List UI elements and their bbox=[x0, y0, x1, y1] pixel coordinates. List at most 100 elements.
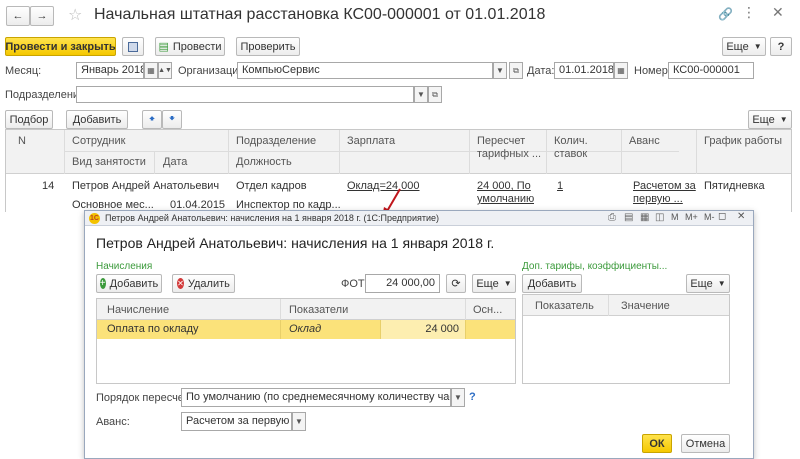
move-up-button[interactable]: 🠹 bbox=[142, 110, 162, 129]
tariffs-section-title: Доп. тарифы, коэффициенты... bbox=[522, 261, 668, 272]
accrual-name: Оплата по окладу bbox=[107, 323, 199, 335]
col-basis[interactable]: Осн... bbox=[473, 304, 502, 316]
arrow-down-icon: 🠻 bbox=[168, 113, 176, 125]
close-icon[interactable]: ✕ bbox=[737, 211, 745, 222]
month-label: Месяц: bbox=[5, 65, 42, 77]
print-icon[interactable]: ⎙ bbox=[608, 212, 616, 223]
more-button[interactable]: Еще ▼ bbox=[722, 37, 766, 56]
move-down-button[interactable]: 🠻 bbox=[162, 110, 182, 129]
row-rates-link[interactable]: 1 bbox=[557, 180, 563, 192]
date-field[interactable]: 01.01.2018 bbox=[554, 62, 614, 79]
number-field[interactable]: КС00-000001 bbox=[668, 62, 754, 79]
month-picker-button[interactable]: ▦ bbox=[144, 62, 158, 79]
calculator-icon[interactable]: ◫ bbox=[655, 212, 664, 223]
more-dots-icon[interactable]: ⋮ bbox=[742, 4, 756, 21]
calendar-button[interactable]: ▦ bbox=[614, 62, 628, 79]
post-and-close-button[interactable]: Провести и закрыть bbox=[5, 37, 116, 56]
ok-button[interactable]: ОК bbox=[642, 434, 672, 453]
refresh-fot-button[interactable]: ⟳ bbox=[446, 274, 466, 293]
department-field[interactable] bbox=[76, 86, 414, 103]
fot-field[interactable]: 24 000,00 bbox=[365, 274, 440, 293]
row-recalc-link-1[interactable]: 24 000, По bbox=[477, 180, 531, 192]
window-title: Начальная штатная расстановка КС00-00000… bbox=[94, 6, 546, 23]
close-icon[interactable]: ✕ bbox=[772, 4, 784, 21]
back-button[interactable]: ← bbox=[6, 6, 30, 26]
col-accrual[interactable]: Начисление bbox=[107, 304, 169, 316]
month-stepper-button[interactable]: ▲▼ bbox=[158, 62, 172, 79]
col-recalc[interactable]: Пересчет тарифных ... bbox=[477, 135, 543, 161]
add-row-button[interactable]: Добавить bbox=[66, 110, 128, 129]
post-button[interactable]: ▤ Провести bbox=[155, 37, 225, 56]
arrow-left-icon: ← bbox=[12, 10, 24, 22]
plus-circle-icon: + bbox=[99, 278, 106, 289]
table-row[interactable]: Оплата по окладу Оклад 24 000 bbox=[97, 320, 515, 339]
recalc-order-field[interactable]: По умолчанию (по среднемесячному количес… bbox=[181, 388, 451, 407]
col-salary[interactable]: Зарплата bbox=[347, 135, 395, 147]
floppy-disk-icon bbox=[128, 41, 138, 52]
number-label: Номер: bbox=[634, 65, 671, 77]
col-indicators[interactable]: Показатели bbox=[289, 304, 348, 316]
recalc-order-dropdown-button[interactable]: ▼ bbox=[451, 388, 465, 407]
date-label: Дата: bbox=[527, 65, 555, 77]
row-schedule: Пятидневка bbox=[704, 180, 765, 192]
accruals-section-title: Начисления bbox=[96, 261, 153, 272]
indicator-name: Оклад bbox=[289, 323, 322, 335]
col-position[interactable]: Должность bbox=[236, 156, 292, 168]
row-department: Отдел кадров bbox=[236, 180, 307, 192]
col-schedule[interactable]: График работы bbox=[704, 135, 782, 147]
link-icon[interactable]: 🔗 bbox=[718, 7, 733, 21]
memory-minus-button[interactable]: M- bbox=[704, 212, 715, 222]
memory-plus-button[interactable]: M+ bbox=[685, 212, 698, 222]
document-icon[interactable]: ▤ bbox=[624, 212, 633, 223]
check-button[interactable]: Проверить bbox=[236, 37, 300, 56]
col-tariff-indicator[interactable]: Показатель bbox=[535, 300, 594, 312]
col-rates[interactable]: Колич. ставок bbox=[554, 135, 604, 161]
col-advance[interactable]: Аванс bbox=[629, 135, 660, 147]
row-n: 14 bbox=[42, 180, 55, 192]
month-field[interactable]: Январь 2018 bbox=[76, 62, 144, 79]
row-recalc-link-2[interactable]: умолчанию bbox=[477, 193, 534, 205]
help-button[interactable]: ? bbox=[770, 37, 792, 56]
dialog-heading: Петров Андрей Анатольевич: начисления на… bbox=[96, 235, 495, 251]
save-button[interactable] bbox=[122, 37, 144, 56]
indicator-value[interactable]: 24 000 bbox=[380, 323, 459, 335]
department-open-button[interactable]: ⧉ bbox=[428, 86, 442, 103]
minimize-icon[interactable]: ◻ bbox=[718, 211, 726, 222]
organization-open-button[interactable]: ⧉ bbox=[509, 62, 523, 79]
arrow-right-icon: → bbox=[36, 10, 48, 22]
select-button[interactable]: Подбор bbox=[5, 110, 53, 129]
table-more-button[interactable]: Еще ▼ bbox=[748, 110, 792, 129]
advance-field[interactable]: Расчетом за первую полс bbox=[181, 412, 292, 431]
department-dropdown-button[interactable]: ▼ bbox=[414, 86, 428, 103]
tariffs-table: Показатель Значение bbox=[522, 294, 730, 384]
memory-button[interactable]: M bbox=[671, 212, 679, 222]
help-link[interactable]: ? bbox=[469, 391, 476, 403]
arrow-up-icon: 🠹 bbox=[148, 113, 156, 125]
accruals-table: Начисление Показатели Осн... Оплата по о… bbox=[96, 298, 516, 384]
organization-dropdown-button[interactable]: ▼ bbox=[493, 62, 507, 79]
col-employment-type[interactable]: Вид занятости bbox=[72, 156, 146, 168]
accruals-more-button[interactable]: Еще ▼ bbox=[472, 274, 516, 293]
row-advance-link-2[interactable]: первую ... bbox=[633, 193, 683, 205]
organization-field[interactable]: КомпьюСервис bbox=[237, 62, 493, 79]
col-tariff-value[interactable]: Значение bbox=[621, 300, 670, 312]
col-employee[interactable]: Сотрудник bbox=[72, 135, 125, 147]
delete-accrual-button[interactable]: ✕ Удалить bbox=[172, 274, 235, 293]
advance-dropdown-button[interactable]: ▼ bbox=[292, 412, 306, 431]
row-employee: Петров Андрей Анатольевич bbox=[72, 180, 220, 192]
add-accrual-button[interactable]: + Добавить bbox=[96, 274, 162, 293]
fot-label: ФОТ: bbox=[341, 278, 368, 290]
col-department[interactable]: Подразделение bbox=[236, 135, 316, 147]
favorite-star-icon[interactable]: ☆ bbox=[68, 5, 82, 25]
calendar-icon[interactable]: ▦ bbox=[640, 212, 649, 223]
col-n[interactable]: N bbox=[18, 135, 26, 147]
tariffs-more-button[interactable]: Еще ▼ bbox=[686, 274, 730, 293]
row-advance-link-1[interactable]: Расчетом за bbox=[633, 180, 696, 192]
col-date[interactable]: Дата bbox=[163, 156, 187, 168]
post-document-icon: ▤ bbox=[158, 41, 169, 53]
add-tariff-button[interactable]: Добавить bbox=[522, 274, 582, 293]
cancel-button[interactable]: Отмена bbox=[681, 434, 730, 453]
delete-circle-icon: ✕ bbox=[177, 278, 184, 289]
forward-button[interactable]: → bbox=[30, 6, 54, 26]
dialog-window-title: Петров Андрей Анатольевич: начисления на… bbox=[105, 213, 439, 223]
